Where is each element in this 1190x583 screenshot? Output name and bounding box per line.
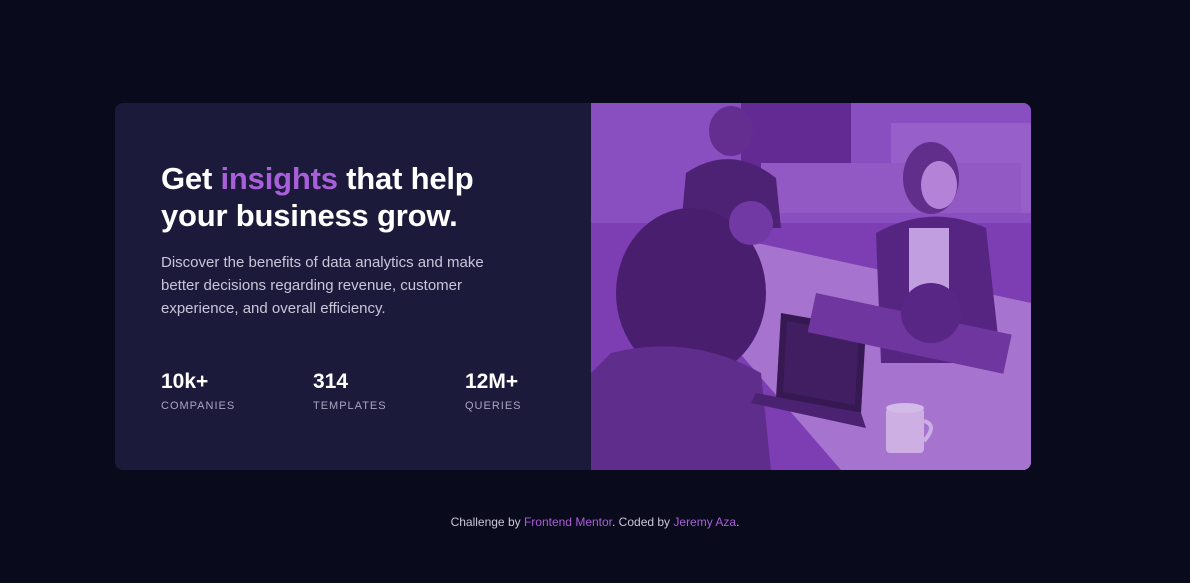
stat-templates: 314 TEMPLATES: [313, 369, 465, 412]
attribution-footer: Challenge by Frontend Mentor. Coded by J…: [0, 515, 1190, 529]
stat-label: COMPANIES: [161, 400, 236, 412]
stat-label: TEMPLATES: [313, 400, 387, 412]
description: Discover the benefits of data analytics …: [161, 254, 484, 317]
stats-row: 10k+ COMPANIES 314 TEMPLATES 12M+ QUERIE…: [161, 369, 617, 412]
footer-prefix: Challenge by: [450, 515, 524, 529]
stats-card: Get insights that help your business gro…: [115, 103, 1031, 470]
stat-companies: 10k+ COMPANIES: [161, 369, 313, 412]
headline: Get insights that help your business gro…: [161, 160, 521, 234]
frontend-mentor-link[interactable]: Frontend Mentor: [524, 515, 612, 529]
headline-start: Get: [161, 161, 221, 196]
stat-value: 314: [313, 370, 349, 393]
footer-suffix: .: [736, 515, 740, 529]
footer-middle: . Coded by: [612, 515, 674, 529]
office-team-photo: [591, 103, 1031, 470]
photo-illustration: [591, 103, 1031, 470]
author-link[interactable]: Jeremy Aza: [673, 515, 736, 529]
card-content: Get insights that help your business gro…: [115, 103, 591, 470]
headline-accent: insights: [220, 161, 338, 196]
stat-value: 10k+: [161, 370, 209, 393]
